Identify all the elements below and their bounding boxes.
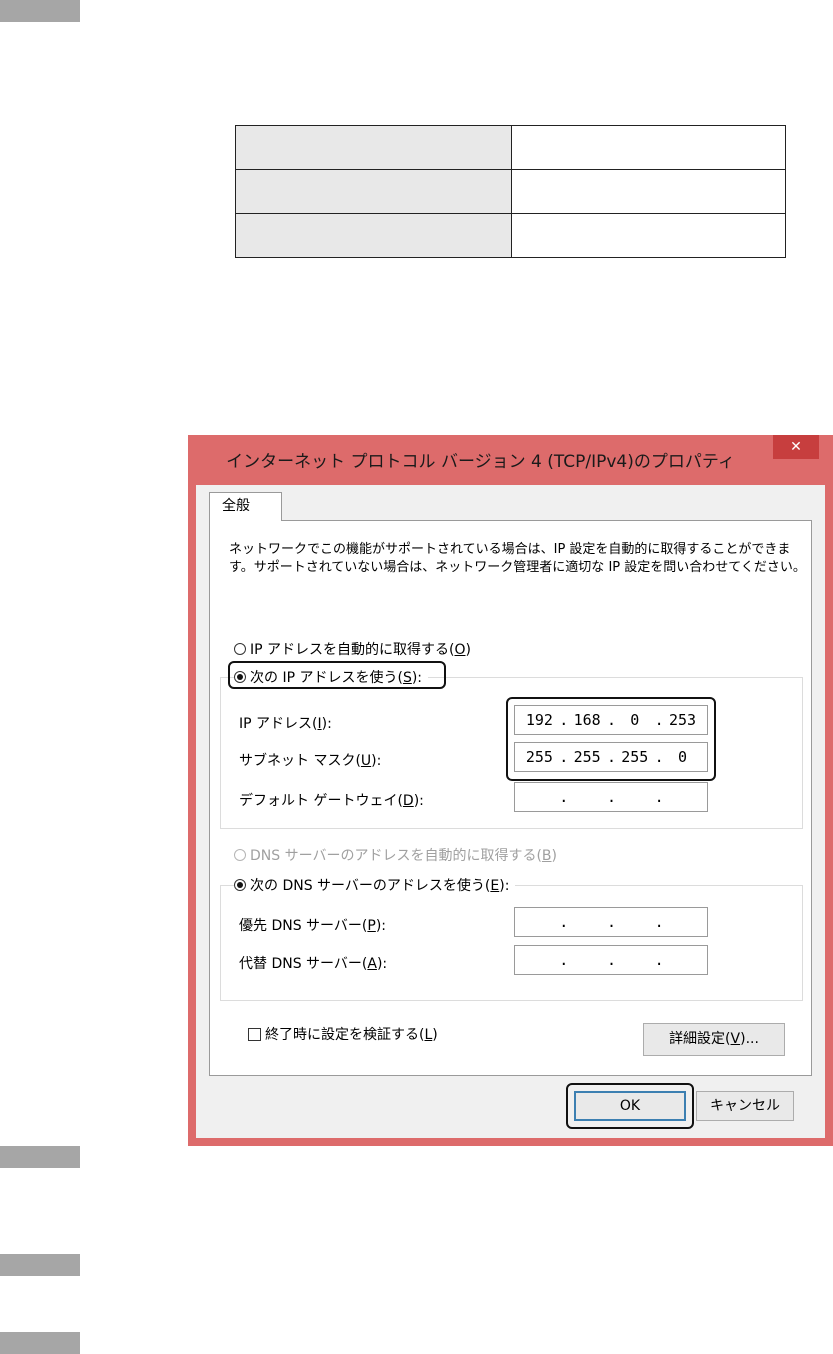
preferred-dns-input[interactable]: . . . <box>514 907 708 937</box>
tab-panel-general: ネットワークでこの機能がサポートされている場合は、IP 設定を自動的に取得するこ… <box>209 520 812 1076</box>
settings-table <box>235 125 786 258</box>
radio-label: IP アドレスを自動的に取得する(O) <box>250 642 471 658</box>
radio-auto-dns[interactable]: DNS サーバーのアドレスを自動的に取得する(B) <box>234 845 557 865</box>
highlight-frame-ok <box>566 1083 694 1129</box>
radio-label: 次の DNS サーバーのアドレスを使う(E): <box>250 878 510 894</box>
cancel-button[interactable]: キャンセル <box>696 1091 794 1121</box>
table-row <box>235 125 786 170</box>
dns-server-group <box>220 885 803 1001</box>
step-marker <box>0 1254 80 1276</box>
radio-button-icon <box>234 879 246 891</box>
advanced-settings-button[interactable]: 詳細設定(V)... <box>643 1023 785 1056</box>
table-row <box>235 213 786 258</box>
checkbox-icon <box>248 1027 261 1041</box>
radio-auto-ip[interactable]: IP アドレスを自動的に取得する(O) <box>234 639 471 659</box>
ip-address-label: IP アドレス(I): <box>239 716 332 732</box>
alternate-dns-label: 代替 DNS サーバー(A): <box>239 956 388 972</box>
alternate-dns-input[interactable]: . . . <box>514 945 708 975</box>
description-text: ネットワークでこの機能がサポートされている場合は、IP 設定を自動的に取得するこ… <box>229 542 806 575</box>
dialog-client-area: 全般 ネットワークでこの機能がサポートされている場合は、IP 設定を自動的に取得… <box>196 485 825 1138</box>
highlight-frame-ip-fields <box>506 697 716 781</box>
table-cell-key <box>235 169 512 214</box>
table-cell-value <box>511 169 786 214</box>
default-gateway-input[interactable]: . . . <box>514 782 708 812</box>
radio-button-icon <box>234 849 246 861</box>
validate-on-exit-checkbox[interactable]: 終了時に設定を検証する(L) <box>248 1024 438 1044</box>
table-cell-value <box>511 125 786 170</box>
step-marker <box>0 1146 80 1168</box>
dialog-title: インターネット プロトコル バージョン 4 (TCP/IPv4)のプロパティ <box>226 452 735 472</box>
radio-button-icon <box>234 643 246 655</box>
close-button[interactable]: ✕ <box>773 435 819 459</box>
highlight-frame-manual-ip <box>228 661 446 689</box>
default-gateway-label: デフォルト ゲートウェイ(D): <box>239 793 424 809</box>
subnet-mask-label: サブネット マスク(U): <box>239 753 382 769</box>
table-cell-value <box>511 213 786 258</box>
checkbox-label: 終了時に設定を検証する(L) <box>265 1027 438 1043</box>
step-marker <box>0 1332 80 1354</box>
radio-manual-dns[interactable]: 次の DNS サーバーのアドレスを使う(E): <box>234 875 516 895</box>
preferred-dns-label: 優先 DNS サーバー(P): <box>239 918 387 934</box>
table-cell-key <box>235 213 512 258</box>
radio-label: DNS サーバーのアドレスを自動的に取得する(B) <box>250 848 557 864</box>
step-marker <box>0 0 80 22</box>
table-cell-key <box>235 125 512 170</box>
close-icon: ✕ <box>790 439 802 455</box>
tab-general[interactable]: 全般 <box>209 492 282 521</box>
ipv4-properties-dialog: インターネット プロトコル バージョン 4 (TCP/IPv4)のプロパティ ✕… <box>188 435 833 1146</box>
table-row <box>235 169 786 214</box>
